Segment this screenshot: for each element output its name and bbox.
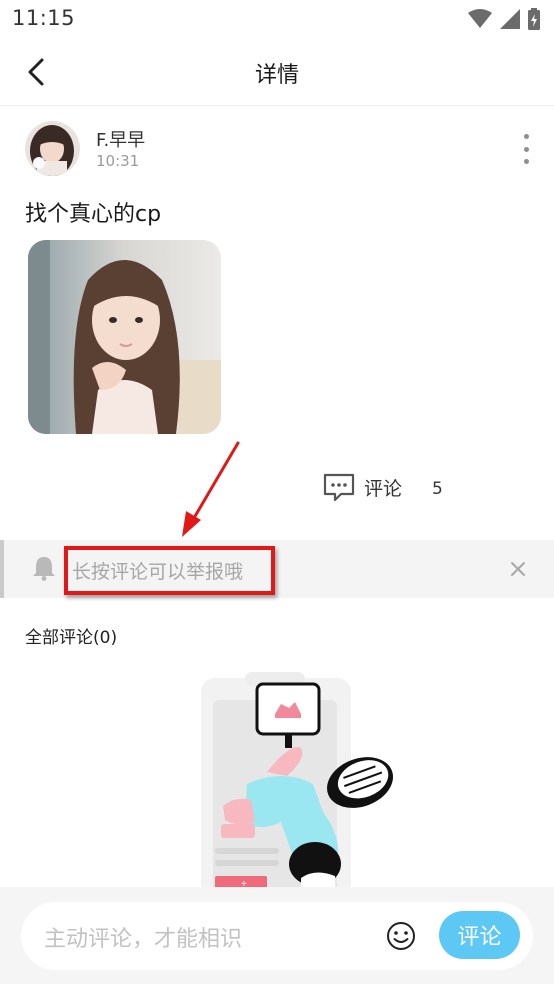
empty-state-illustration: + — [195, 672, 415, 887]
avatar-image — [25, 121, 80, 176]
status-time: 11:15 — [12, 6, 76, 30]
header: 详情 — [0, 40, 554, 106]
empty-comments-image: + — [201, 672, 394, 887]
comment-action[interactable]: 评论 — [322, 472, 402, 502]
status-bar: 11:15 — [0, 0, 554, 40]
comment-input-container: 主动评论，才能相识 评论 — [21, 902, 533, 970]
smiley-icon[interactable] — [385, 920, 417, 952]
signal-icon — [500, 9, 520, 29]
post-photo[interactable] — [28, 240, 221, 434]
comment-bubble-icon — [323, 473, 355, 502]
page-title: 详情 — [254, 63, 299, 88]
comment-label: 评论 — [364, 477, 403, 500]
status-icons — [468, 8, 540, 30]
battery-icon — [528, 8, 540, 30]
post-photo-image — [28, 240, 221, 434]
bell-icon — [33, 557, 55, 581]
wifi-icon — [468, 9, 492, 28]
svg-text:+: + — [241, 879, 247, 887]
submit-comment-button[interactable]: 评论 — [439, 911, 520, 959]
close-icon[interactable] — [505, 556, 531, 582]
bottom-input-bar: 主动评论，才能相识 评论 — [0, 887, 554, 984]
more-button[interactable] — [516, 132, 536, 166]
avatar[interactable] — [25, 121, 80, 176]
tip-banner: 长按评论可以举报哦 — [0, 540, 554, 598]
comment-input[interactable]: 主动评论，才能相识 — [44, 921, 374, 953]
post-text: 找个真心的cp — [25, 202, 162, 227]
all-comments-title: 全部评论(0) — [25, 628, 118, 648]
tip-text: 长按评论可以举报哦 — [72, 561, 244, 583]
post-time: 10:31 — [96, 152, 140, 170]
more-vertical-icon — [523, 134, 529, 139]
comment-count: 5 — [432, 479, 443, 499]
author-name[interactable]: F.早早 — [96, 126, 145, 152]
